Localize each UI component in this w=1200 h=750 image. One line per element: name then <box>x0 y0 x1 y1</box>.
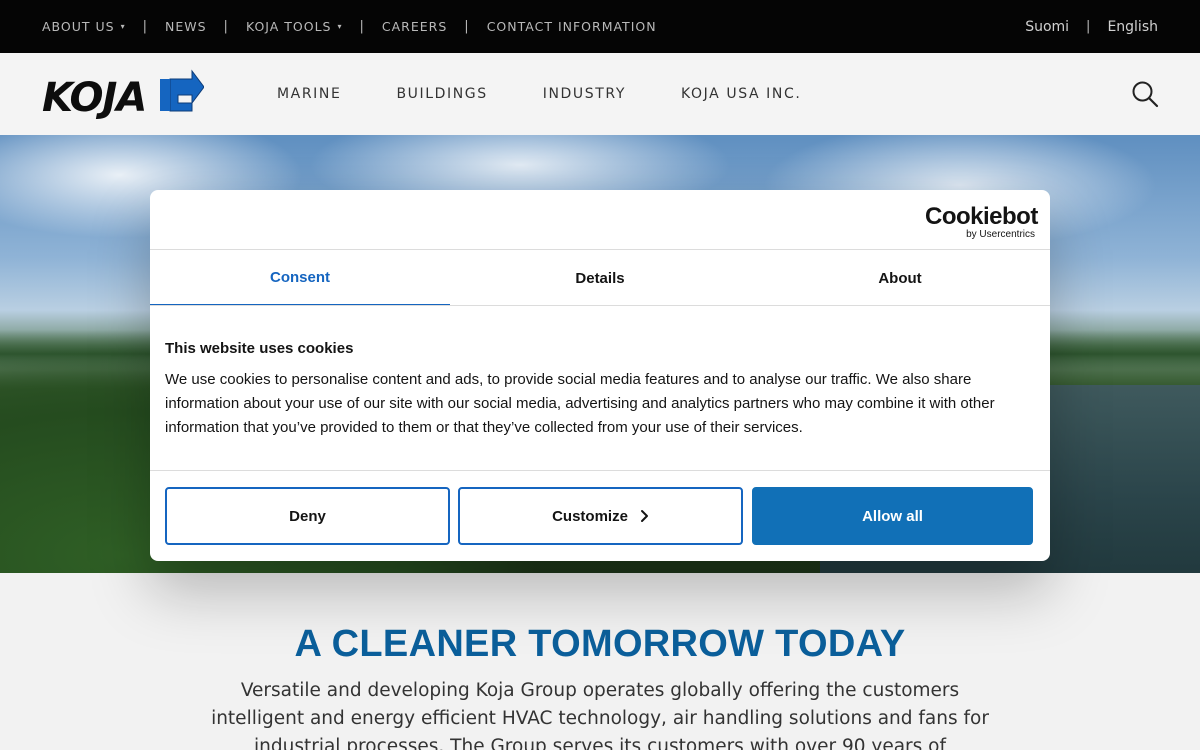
customize-button-label: Customize <box>552 507 628 525</box>
consent-tabs: Consent Details About <box>150 250 1050 306</box>
top-link-about-us[interactable]: ABOUT US ▾ <box>42 19 126 34</box>
deny-button[interactable]: Deny <box>165 487 450 545</box>
allow-all-button-label: Allow all <box>862 507 923 525</box>
allow-all-button[interactable]: Allow all <box>752 487 1033 545</box>
dialog-body: We use cookies to personalise content an… <box>165 371 995 436</box>
separator: | <box>1086 19 1091 34</box>
nav-marine[interactable]: MARINE <box>277 86 341 102</box>
cookiebot-brand-sub: by Usercentrics <box>966 229 1035 240</box>
language-switcher: Suomi | English <box>1025 0 1158 53</box>
tab-about[interactable]: About <box>750 250 1050 306</box>
language-suomi[interactable]: Suomi <box>1025 19 1069 35</box>
chevron-right-icon <box>640 510 648 522</box>
top-link-news[interactable]: NEWS <box>165 19 207 34</box>
separator: | <box>142 19 148 34</box>
top-link-contact-information[interactable]: CONTACT INFORMATION <box>487 19 657 34</box>
top-link-koja-tools[interactable]: KOJA TOOLS ▾ <box>246 19 343 34</box>
intro-text: Versatile and developing Koja Group oper… <box>211 680 989 750</box>
main-nav: MARINE BUILDINGS INDUSTRY KOJA USA INC. <box>277 53 856 135</box>
koja-logo[interactable]: KOJA <box>42 69 205 121</box>
divider <box>150 470 1050 471</box>
caret-down-icon: ▾ <box>337 22 343 31</box>
top-links: ABOUT US ▾ | NEWS | KOJA TOOLS ▾ | CAREERS… <box>42 0 657 53</box>
logo-wordmark: KOJA <box>42 75 146 121</box>
top-link-careers[interactable]: CAREERS <box>382 19 447 34</box>
cookiebot-brand-name: Cookiebot <box>925 203 1038 230</box>
tab-details[interactable]: Details <box>450 250 750 306</box>
tab-consent[interactable]: Consent <box>150 250 450 306</box>
nav-koja-usa[interactable]: KOJA USA INC. <box>681 86 801 102</box>
deny-button-label: Deny <box>289 507 326 525</box>
main-header: KOJA MARINE BUILDINGS INDUSTRY KOJA USA … <box>0 53 1200 135</box>
nav-buildings[interactable]: BUILDINGS <box>396 86 487 102</box>
nav-industry[interactable]: INDUSTRY <box>543 86 626 102</box>
cookiebot-logo: Cookiebot by Usercentrics <box>925 203 1038 240</box>
dialog-title: This website uses cookies <box>165 340 354 357</box>
caret-down-icon: ▾ <box>120 22 126 31</box>
cookie-consent-dialog: Cookiebot by Usercentrics Consent Detail… <box>150 190 1050 561</box>
headline: A CLEANER TOMORROW TODAY <box>294 623 906 665</box>
search-icon[interactable] <box>1131 80 1159 108</box>
separator: | <box>223 19 229 34</box>
intro-section: A CLEANER TOMORROW TODAY Versatile and d… <box>0 573 1200 750</box>
top-utility-bar: ABOUT US ▾ | NEWS | KOJA TOOLS ▾ | CAREERS… <box>0 0 1200 53</box>
separator: | <box>464 19 470 34</box>
language-english[interactable]: English <box>1107 19 1158 35</box>
divider <box>150 305 1050 306</box>
koja-logo-icon: KOJA <box>42 69 205 121</box>
customize-button[interactable]: Customize <box>458 487 743 545</box>
separator: | <box>359 19 365 34</box>
